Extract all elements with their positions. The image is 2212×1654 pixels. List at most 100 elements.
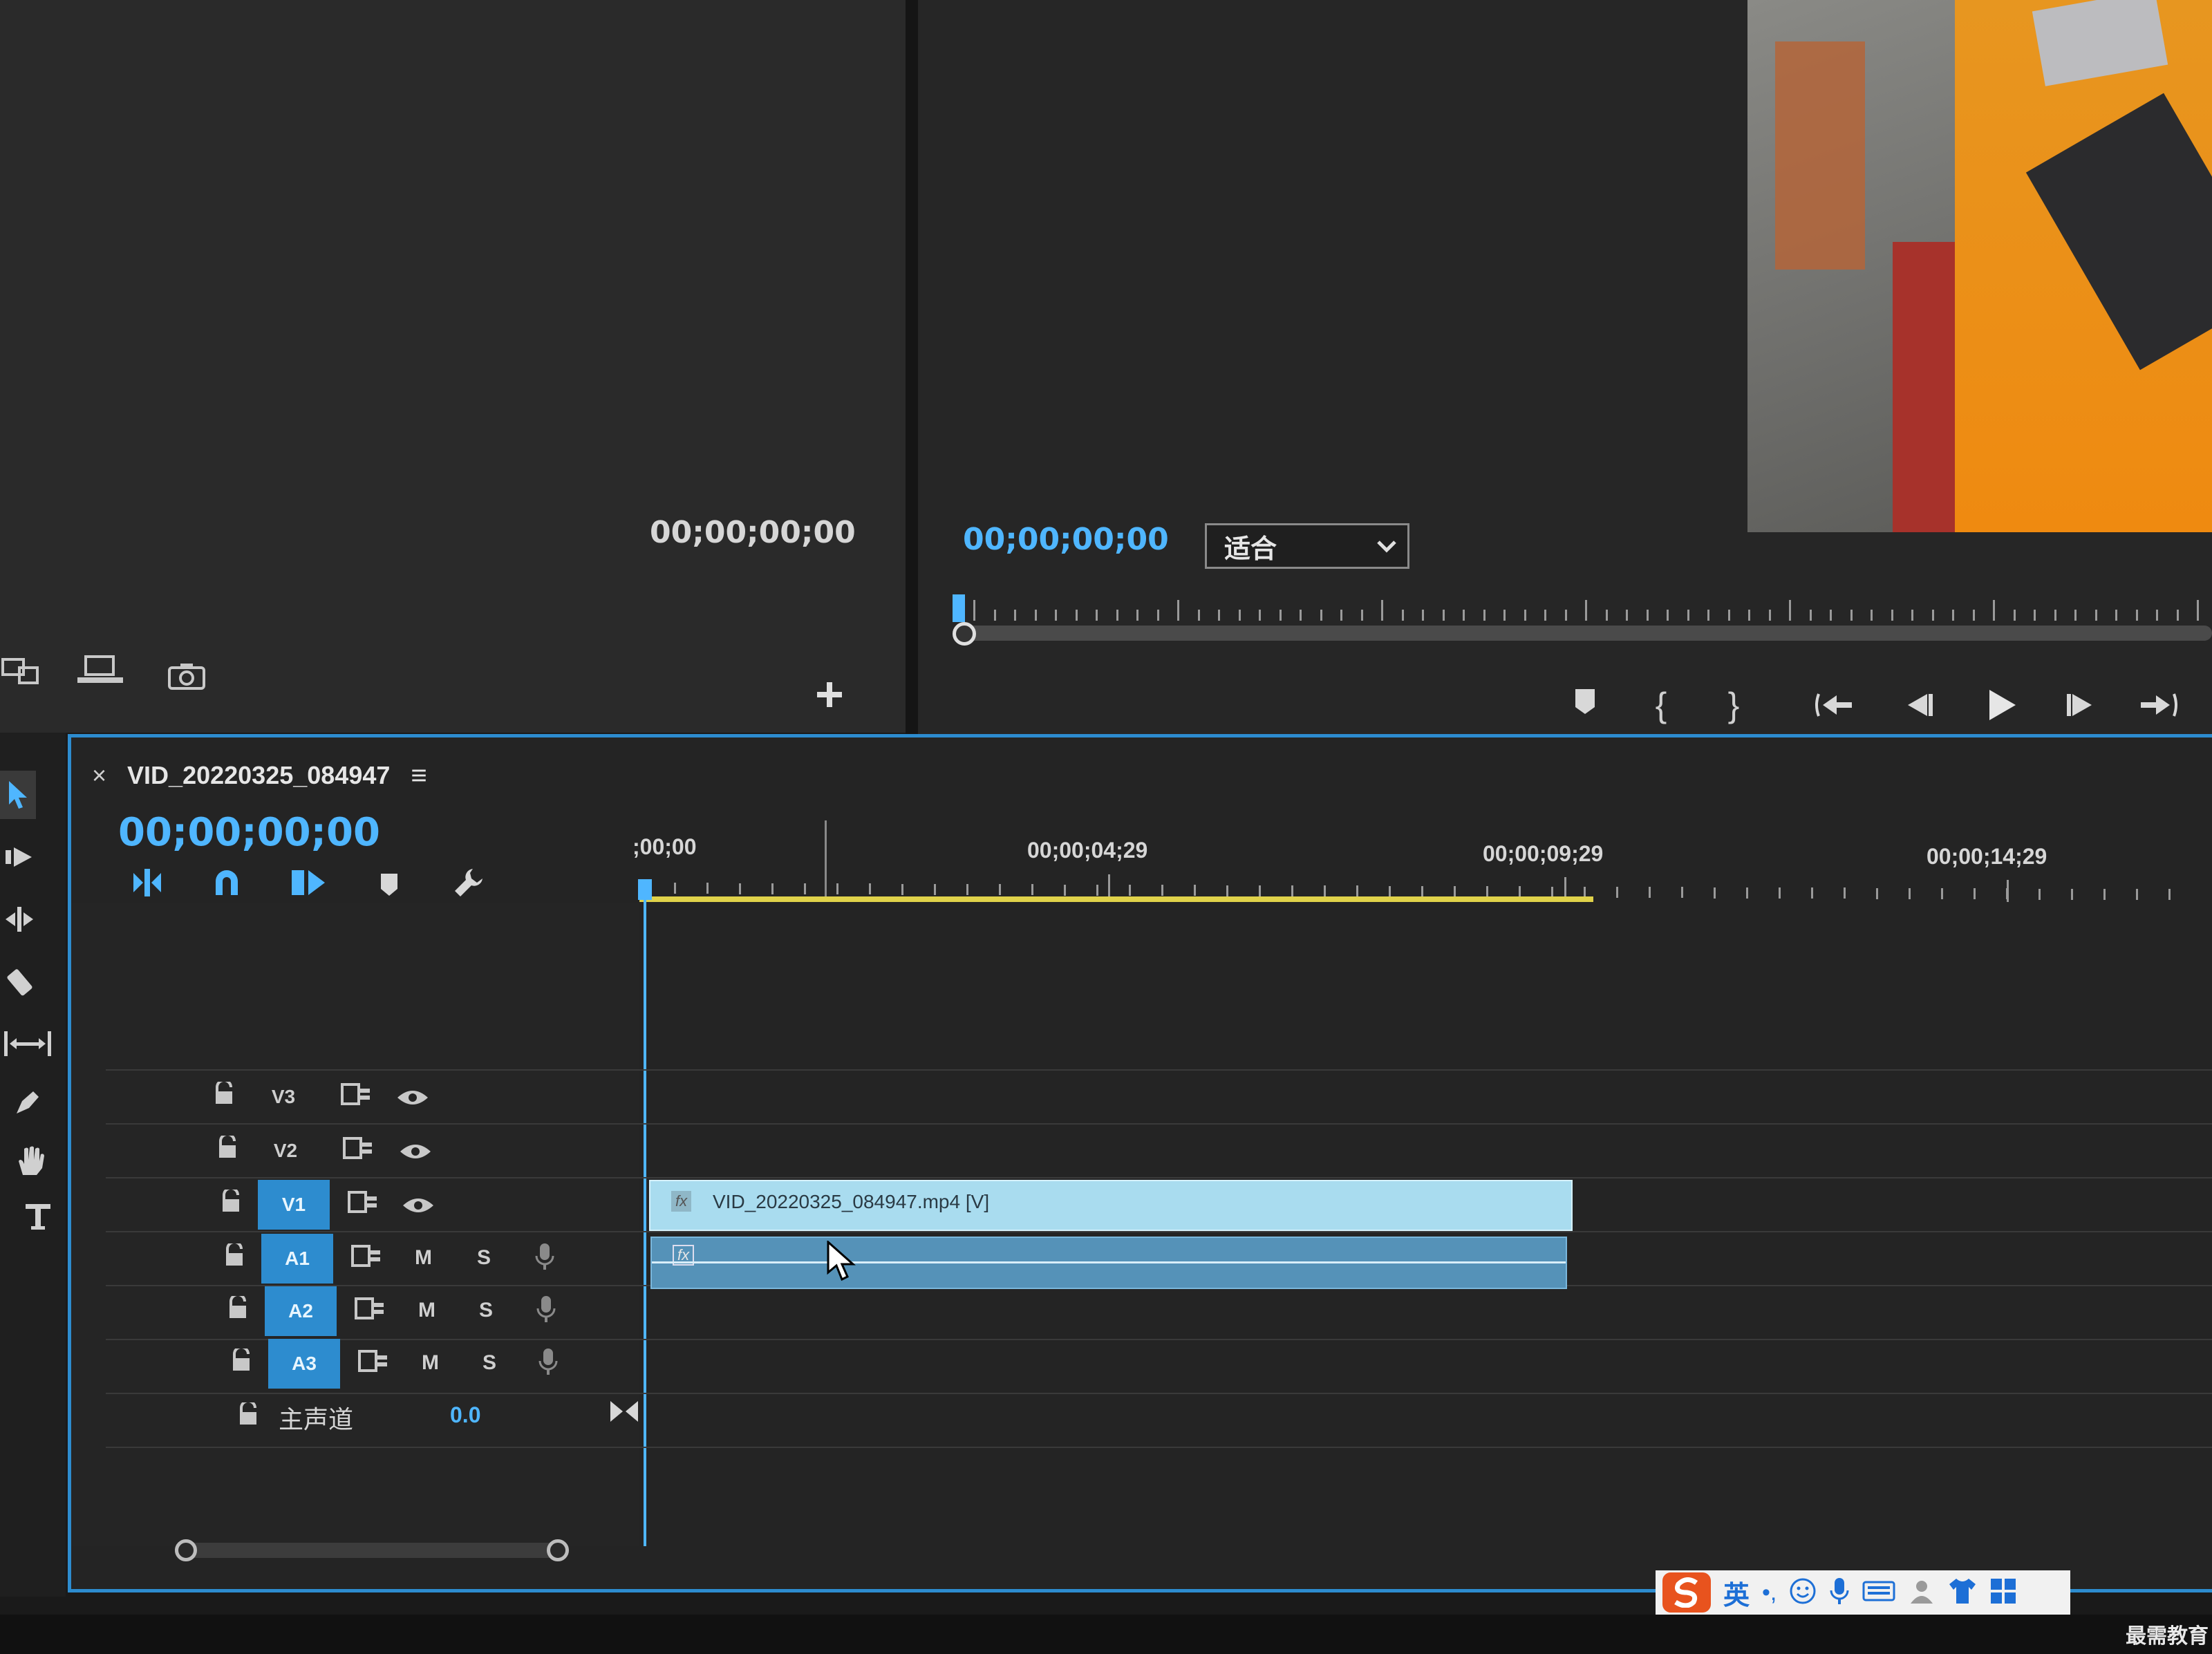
- solo-button-a3[interactable]: S: [482, 1351, 496, 1375]
- timeline-zoom-scrollbar[interactable]: [175, 1539, 569, 1561]
- step-back-icon[interactable]: [1900, 684, 1941, 726]
- microphone-icon[interactable]: [538, 1347, 559, 1382]
- track-select-tool-icon[interactable]: [0, 836, 38, 878]
- mute-button-a2[interactable]: M: [418, 1299, 435, 1322]
- microphone-icon[interactable]: [534, 1242, 555, 1277]
- program-scrub-handle[interactable]: [953, 622, 976, 646]
- add-button-icon[interactable]: [809, 674, 850, 715]
- eye-icon[interactable]: [402, 1194, 435, 1221]
- program-playhead-marker[interactable]: [953, 594, 965, 622]
- mark-in-icon[interactable]: {: [1644, 684, 1678, 726]
- work-area-bar[interactable]: [639, 896, 1593, 902]
- sync-lock-icon[interactable]: [341, 1083, 371, 1111]
- program-ruler-tick: [1871, 610, 1873, 621]
- go-to-in-icon[interactable]: [1810, 684, 1858, 726]
- program-ruler-tick: [1340, 610, 1342, 621]
- mark-out-icon[interactable]: }: [1716, 684, 1751, 726]
- wrench-icon[interactable]: [448, 862, 489, 903]
- timeline-ruler-tick: [1161, 885, 1163, 896]
- emoji-icon[interactable]: [1789, 1577, 1817, 1608]
- track-target-a3[interactable]: A3: [268, 1339, 340, 1389]
- program-scrub-bar[interactable]: [953, 622, 2212, 646]
- timeline-ruler-tick: [1421, 885, 1423, 897]
- program-time-ruler[interactable]: [953, 594, 2212, 629]
- sync-lock-icon[interactable]: [343, 1137, 373, 1165]
- camera-icon[interactable]: [162, 657, 211, 695]
- microphone-icon[interactable]: [536, 1295, 556, 1330]
- track-target-a2[interactable]: A2: [265, 1286, 337, 1336]
- program-ruler-tick: [1707, 610, 1709, 621]
- zoom-handle-right[interactable]: [547, 1539, 569, 1561]
- solo-button-a2[interactable]: S: [479, 1299, 493, 1322]
- sync-lock-icon[interactable]: [348, 1191, 378, 1219]
- mute-button-a3[interactable]: M: [422, 1351, 439, 1375]
- audio-clip[interactable]: fx: [650, 1237, 1567, 1289]
- lock-icon[interactable]: [216, 1133, 238, 1165]
- timeline-marker-icon[interactable]: [372, 865, 406, 903]
- lock-icon[interactable]: [220, 1187, 242, 1219]
- lock-icon[interactable]: [237, 1400, 259, 1432]
- timeline-ruler-tick: [869, 883, 871, 895]
- play-icon[interactable]: [1979, 681, 2024, 729]
- export-frame-icon[interactable]: [0, 650, 41, 691]
- slip-tool-icon[interactable]: [0, 1023, 55, 1064]
- timeline-playhead-head[interactable]: [638, 879, 652, 900]
- track-target-v2[interactable]: V2: [250, 1126, 321, 1176]
- voice-input-icon[interactable]: [1829, 1577, 1850, 1609]
- linked-selection-icon[interactable]: [285, 862, 330, 903]
- track-target-v3[interactable]: V3: [247, 1072, 319, 1122]
- sync-lock-icon[interactable]: [358, 1350, 388, 1378]
- mute-button-a1[interactable]: M: [415, 1246, 432, 1270]
- timeline-ruler-tick: [934, 883, 936, 895]
- timeline-ruler[interactable]: ;00;00 00;00;04;29 00;00;09;29 00;00;14;…: [632, 820, 2212, 902]
- eye-icon[interactable]: [399, 1140, 432, 1167]
- lock-icon[interactable]: [213, 1079, 235, 1111]
- razor-tool-icon[interactable]: [0, 961, 41, 1002]
- program-ruler-tick: [1360, 610, 1363, 621]
- zoom-select[interactable]: 适合: [1205, 523, 1409, 569]
- eye-icon[interactable]: [396, 1087, 429, 1113]
- lock-icon[interactable]: [223, 1241, 245, 1273]
- panel-divider[interactable]: [906, 0, 918, 740]
- ime-language[interactable]: 英: [1723, 1574, 1750, 1612]
- master-volume-value[interactable]: 0.0: [450, 1402, 480, 1428]
- source-timecode[interactable]: 00;00;00;00: [650, 515, 856, 550]
- user-icon[interactable]: [1908, 1577, 1936, 1608]
- sequence-timecode[interactable]: 00;00;00;00: [118, 810, 380, 855]
- sequence-name[interactable]: VID_20220325_084947: [127, 761, 390, 790]
- pen-tool-icon[interactable]: [7, 1082, 48, 1123]
- keyboard-icon[interactable]: [1862, 1579, 1895, 1606]
- sync-lock-icon[interactable]: [351, 1245, 382, 1273]
- solo-button-a1[interactable]: S: [477, 1246, 491, 1270]
- close-icon[interactable]: ×: [92, 761, 106, 790]
- timeline-ruler-tick: [1681, 887, 1683, 899]
- toolbox-grid-icon[interactable]: [1989, 1577, 2017, 1608]
- step-forward-icon[interactable]: [2059, 684, 2100, 726]
- skin-shirt-icon[interactable]: [1948, 1577, 1977, 1608]
- program-timecode[interactable]: 00;00;00;00: [963, 522, 1169, 557]
- video-clip[interactable]: fx VID_20220325_084947.mp4 [V]: [649, 1180, 1573, 1231]
- track-target-a1[interactable]: A1: [261, 1234, 333, 1284]
- sogou-logo-icon[interactable]: [1662, 1572, 1711, 1613]
- lock-icon[interactable]: [230, 1346, 252, 1378]
- master-pan-icon[interactable]: [609, 1400, 639, 1429]
- go-to-out-icon[interactable]: [2135, 684, 2183, 726]
- punctuation-icon[interactable]: •,: [1762, 1579, 1777, 1606]
- track-target-v1[interactable]: V1: [258, 1180, 330, 1230]
- overwrite-icon[interactable]: [73, 650, 128, 691]
- lock-icon[interactable]: [227, 1293, 249, 1326]
- hand-tool-icon[interactable]: [10, 1140, 52, 1182]
- watermark-text-overlay: 最需教育: [2126, 1624, 2209, 1648]
- ripple-edit-tool-icon[interactable]: [0, 899, 38, 940]
- add-marker-icon[interactable]: [1568, 684, 1602, 719]
- timeline-tab[interactable]: × VID_20220325_084947 ≡: [92, 755, 427, 796]
- panel-menu-icon[interactable]: ≡: [411, 760, 427, 791]
- zoom-handle-left[interactable]: [175, 1539, 197, 1561]
- selection-tool-icon[interactable]: [0, 771, 36, 819]
- type-tool-icon[interactable]: [17, 1196, 59, 1237]
- program-ruler-tick: [1646, 610, 1649, 621]
- program-ruler-tick: [1809, 610, 1812, 621]
- snap-magnet-icon[interactable]: [206, 862, 247, 903]
- nest-toggle-icon[interactable]: [126, 862, 168, 903]
- sync-lock-icon[interactable]: [355, 1297, 385, 1326]
